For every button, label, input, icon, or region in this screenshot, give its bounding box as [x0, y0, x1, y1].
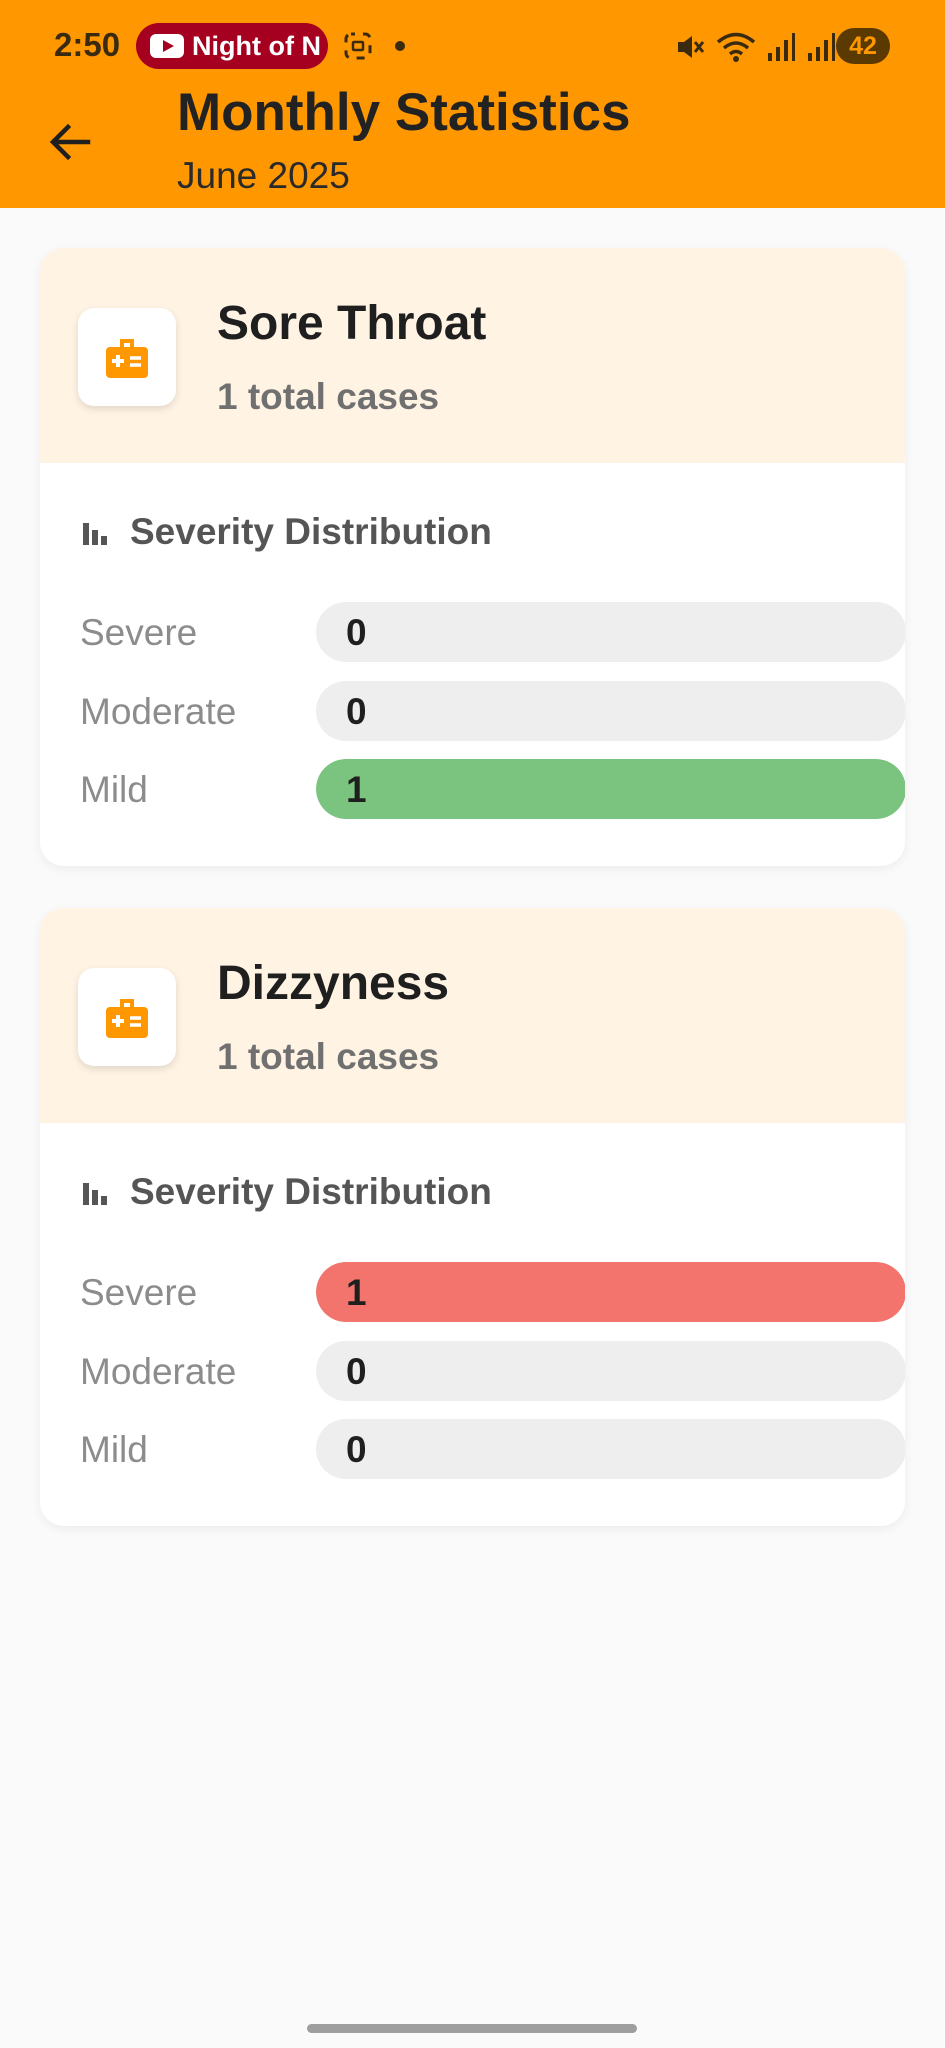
severity-count: 0 [346, 1351, 367, 1392]
screenshot-icon [344, 32, 372, 60]
total-cases: 1 total cases [217, 376, 440, 417]
wifi-icon [716, 32, 756, 62]
symptom-card: Dizzyness 1 total cases Severity Distrib… [40, 908, 905, 1526]
severity-bar: 0 [316, 681, 905, 741]
symptom-card: Sore Throat 1 total cases Severity Distr… [40, 248, 905, 866]
app-bar: 2:50 Night of N 42 Monthly Statistics Ju… [0, 0, 945, 208]
section-title: Severity Distribution [130, 511, 492, 552]
bar-chart-icon [83, 1183, 107, 1205]
severity-bar: 1 [316, 759, 905, 819]
severity-count: 1 [346, 1272, 367, 1313]
severity-label: Mild [80, 1429, 148, 1470]
symptom-name: Sore Throat [217, 297, 487, 350]
system-icons [674, 28, 836, 66]
severity-distribution-header: Severity Distribution [80, 1170, 492, 1214]
symptom-name: Dizzyness [217, 957, 450, 1010]
severity-bar-fill [316, 1262, 905, 1322]
severity-count: 0 [346, 691, 367, 732]
section-title: Severity Distribution [130, 1171, 492, 1212]
mute-icon [678, 36, 705, 58]
severity-row-moderate: Moderate 0 [80, 1341, 905, 1401]
battery-indicator: 42 [836, 28, 890, 64]
severity-distribution-header: Severity Distribution [80, 510, 492, 554]
severity-bar: 0 [316, 602, 905, 662]
back-arrow-icon[interactable] [40, 112, 100, 172]
page-title: Monthly Statistics [177, 83, 631, 142]
media-notification-chip[interactable]: Night of N [136, 23, 328, 69]
bar-chart-icon [83, 523, 107, 545]
severity-label: Moderate [80, 1351, 237, 1392]
severity-count: 0 [346, 612, 367, 653]
severity-row-severe: Severe 1 [80, 1262, 905, 1322]
home-indicator[interactable] [307, 2024, 637, 2033]
notification-dot-icon [395, 41, 405, 51]
severity-label: Severe [80, 612, 198, 653]
card-icon-container [78, 308, 176, 406]
severity-bar: 1 [316, 1262, 905, 1322]
status-time: 2:50 [54, 26, 121, 63]
severity-label: Moderate [80, 691, 237, 732]
card-header: Dizzyness 1 total cases [40, 908, 905, 1123]
severity-row-moderate: Moderate 0 [80, 681, 905, 741]
card-header: Sore Throat 1 total cases [40, 248, 905, 463]
youtube-icon [150, 34, 184, 58]
page-subtitle: June 2025 [177, 155, 350, 196]
severity-row-mild: Mild 1 [80, 759, 905, 819]
total-cases: 1 total cases [217, 1036, 440, 1077]
medical-bag-icon [106, 999, 148, 1038]
severity-label: Mild [80, 769, 148, 810]
severity-count: 0 [346, 1429, 367, 1470]
severity-row-mild: Mild 0 [80, 1419, 905, 1479]
media-chip-label: Night of N [192, 30, 321, 61]
medical-bag-icon [106, 339, 148, 378]
card-icon-container [78, 968, 176, 1066]
signal-icon-2 [808, 33, 835, 61]
severity-count: 1 [346, 769, 367, 810]
severity-label: Severe [80, 1272, 198, 1313]
severity-bar: 0 [316, 1419, 905, 1479]
signal-icon [768, 33, 795, 61]
severity-bar-fill [316, 759, 905, 819]
severity-bar: 0 [316, 1341, 905, 1401]
severity-row-severe: Severe 0 [80, 602, 905, 662]
